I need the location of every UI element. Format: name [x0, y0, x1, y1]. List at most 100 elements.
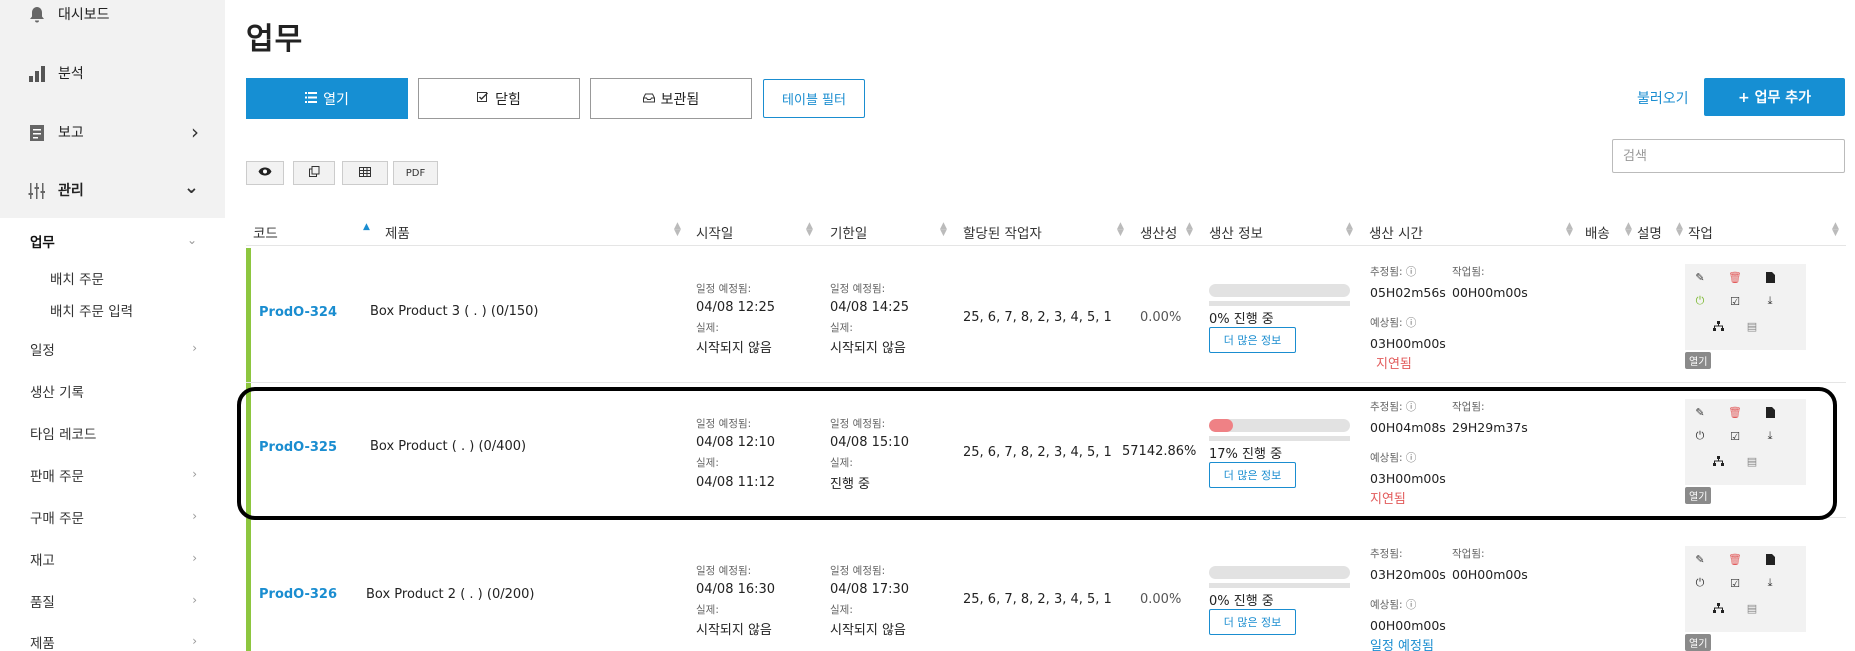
power-icon[interactable]: ⏻	[1693, 576, 1707, 590]
progress-track	[1209, 583, 1350, 588]
progress-bar	[1209, 566, 1350, 579]
chevron-right-icon: ›	[191, 120, 199, 144]
label-actual: 실제:	[696, 604, 719, 616]
task-code-link[interactable]: ProdO-326	[259, 587, 337, 602]
power-icon[interactable]: ⏻	[1693, 294, 1707, 308]
status-late: 지연됨	[1376, 357, 1412, 372]
sidebar-item-batch-order-input[interactable]: 배치 주문 입력	[50, 300, 133, 320]
table-filter-button[interactable]: 테이블 필터	[763, 79, 865, 118]
column-header-code[interactable]: 코드	[253, 222, 278, 242]
pdf-export-button[interactable]: PDF	[393, 161, 438, 185]
download-icon[interactable]: ⤓	[1763, 576, 1777, 590]
sort-icon: ▲ ▼	[1346, 221, 1353, 238]
label-scheduled: 일정 예정됨:	[696, 565, 752, 577]
sidebar-item-sales-order[interactable]: 판매 주문	[30, 465, 84, 485]
sitemap-icon[interactable]	[1711, 601, 1725, 615]
row-status-bar	[246, 518, 251, 651]
trash-icon[interactable]: 🗑	[1728, 552, 1742, 566]
trash-icon[interactable]: 🗑	[1728, 270, 1742, 284]
sidebar-item-report[interactable]: 보고 ›	[0, 103, 225, 161]
chevron-down-icon: ⌄	[186, 233, 197, 247]
chevron-right-icon: ›	[192, 509, 197, 523]
file-icon[interactable]	[1763, 552, 1777, 566]
sidebar-item-time-record[interactable]: 타임 레코드	[30, 423, 96, 443]
column-header-product[interactable]: 제품	[385, 222, 410, 242]
label-estimated: 추정됨: ⓘ	[1370, 266, 1417, 278]
start-actual: 시작되지 않음	[696, 623, 772, 638]
worked-time: 00H00m00s	[1452, 567, 1528, 582]
chevron-right-icon: ›	[192, 467, 197, 481]
column-header-production-time[interactable]: 생산 시간	[1369, 222, 1423, 242]
more-info-button[interactable]: 더 많은 정보	[1209, 327, 1296, 353]
column-header-start-date[interactable]: 시작일	[696, 222, 733, 242]
sidebar-item-tasks[interactable]: 업무	[30, 231, 55, 251]
info-icon: ⓘ	[1405, 599, 1417, 611]
bell-icon	[28, 4, 48, 24]
sidebar-item-schedule[interactable]: 일정	[30, 339, 55, 359]
list-alt-icon[interactable]: ▤	[1745, 319, 1759, 333]
column-header-due-date[interactable]: 기한일	[830, 222, 867, 242]
bar-chart-icon	[28, 63, 48, 83]
task-code-link[interactable]: ProdO-324	[259, 305, 337, 320]
tab-label: 열기	[323, 91, 349, 108]
tab-archived[interactable]: 보관됨	[590, 78, 752, 119]
sidebar-item-purchase-order[interactable]: 구매 주문	[30, 507, 84, 527]
sidebar-item-inventory[interactable]: 재고	[30, 549, 55, 569]
info-icon: ⓘ	[1405, 266, 1417, 278]
due-scheduled: 04/08 17:30	[830, 582, 910, 597]
column-header-actions[interactable]: 작업	[1688, 222, 1713, 242]
column-header-shipping[interactable]: 배송	[1585, 222, 1610, 242]
progress-text: 0% 진행 중	[1209, 594, 1274, 609]
productivity-value: 0.00%	[1140, 310, 1182, 325]
table-icon	[359, 166, 371, 180]
progress-track	[1209, 301, 1350, 306]
tab-closed[interactable]: 닫힘	[418, 78, 580, 119]
progress-bar	[1209, 284, 1350, 297]
sliders-icon	[28, 180, 48, 200]
due-actual: 시작되지 않음	[830, 341, 906, 356]
sidebar-item-dashboard[interactable]: 대시보드	[0, 0, 225, 43]
table-row: ProdO-324 Box Product 3 ( . ) (0/150) 일정…	[246, 248, 1846, 383]
row-highlight-outline	[237, 387, 1837, 520]
product-name: Box Product 3 ( . ) (0/150)	[370, 304, 539, 319]
inbox-icon	[642, 91, 655, 107]
column-header-production-info[interactable]: 생산 정보	[1209, 222, 1263, 242]
check-square-icon[interactable]: ☑	[1728, 294, 1742, 308]
tab-label: 보관됨	[660, 91, 700, 108]
sidebar-item-label: 대시보드	[58, 7, 110, 23]
edit-icon[interactable]: ✎	[1693, 270, 1707, 284]
copy-icon	[308, 166, 320, 180]
edit-icon[interactable]: ✎	[1693, 552, 1707, 566]
due-actual: 시작되지 않음	[830, 623, 906, 638]
more-info-button[interactable]: 더 많은 정보	[1209, 609, 1296, 635]
page-title: 업무	[246, 22, 304, 57]
copy-button[interactable]	[293, 161, 335, 185]
load-link[interactable]: 불러오기	[1637, 88, 1689, 108]
sidebar-item-products[interactable]: 제품	[30, 632, 55, 651]
sidebar-item-batch-order[interactable]: 배치 주문	[50, 268, 104, 288]
list-alt-icon[interactable]: ▤	[1745, 601, 1759, 615]
chevron-right-icon: ›	[192, 634, 197, 648]
excel-export-button[interactable]	[342, 161, 388, 185]
sidebar-item-analysis[interactable]: 분석	[0, 44, 225, 102]
check-square-icon[interactable]: ☑	[1728, 576, 1742, 590]
download-icon[interactable]: ⤓	[1763, 294, 1777, 308]
view-toggle-button[interactable]	[246, 161, 284, 185]
sitemap-icon[interactable]	[1711, 319, 1725, 333]
sidebar-item-manage[interactable]: 관리 ⌄	[0, 161, 225, 219]
column-header-workers[interactable]: 할당된 작업자	[963, 222, 1042, 242]
label-estimated: 추정됨:	[1370, 548, 1403, 560]
search-input[interactable]	[1612, 139, 1845, 173]
add-task-button[interactable]: + 업무 추가	[1704, 78, 1845, 116]
sidebar-item-production-log[interactable]: 생산 기록	[30, 381, 84, 401]
list-icon	[305, 91, 318, 107]
worked-time: 00H00m00s	[1452, 285, 1528, 300]
file-icon[interactable]	[1763, 270, 1777, 284]
tab-open[interactable]: 열기	[246, 78, 408, 119]
assigned-workers: 25, 6, 7, 8, 2, 3, 4, 5, 1	[963, 592, 1112, 607]
column-header-productivity[interactable]: 생산성	[1140, 222, 1177, 242]
action-panel: ✎ 🗑 ⏻ ☑ ⤓ ▤	[1685, 264, 1806, 350]
sidebar-item-quality[interactable]: 품질	[30, 591, 55, 611]
column-header-description[interactable]: 설명	[1637, 222, 1662, 242]
label-scheduled: 일정 예정됨:	[696, 283, 752, 295]
